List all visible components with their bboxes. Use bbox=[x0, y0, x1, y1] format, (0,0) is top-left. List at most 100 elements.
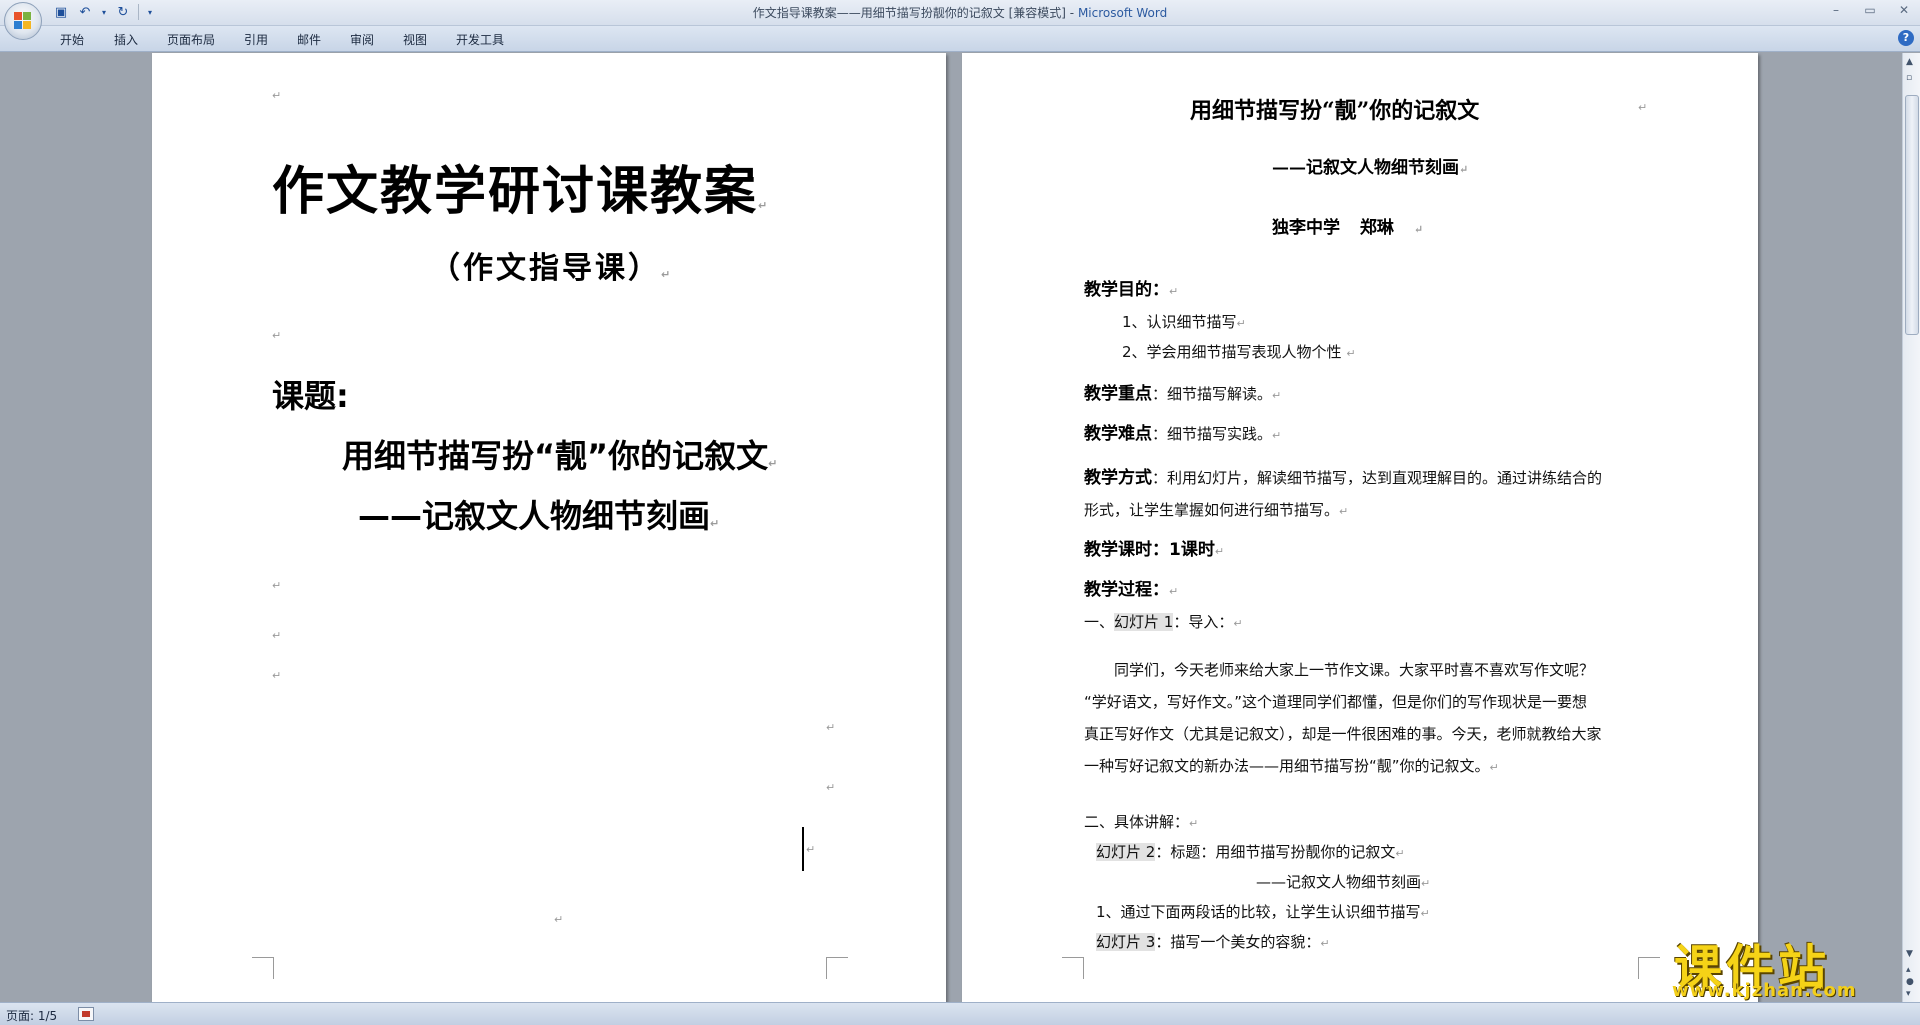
key-point: 教学重点：细节描写解读。↵ bbox=[1084, 379, 1281, 404]
teaching-method: 教学方式：利用幻灯片，解读细节描写，达到直观理解目的。通过讲练结合的 bbox=[1084, 463, 1602, 488]
document-area: ↵ 作文教学研讨课教案↵ （作文指导课）↵ ↵ 课题: 用细节描写扮“靓”你的记… bbox=[0, 53, 1902, 1002]
crop-mark bbox=[826, 957, 848, 979]
lesson-subtitle: ——记叙文人物细节刻画↵ bbox=[1272, 153, 1468, 178]
window-controls: – ▭ ✕ bbox=[1826, 3, 1914, 17]
spell-check-icon[interactable] bbox=[78, 1007, 94, 1021]
tab-mailings[interactable]: 邮件 bbox=[297, 31, 321, 48]
paragraph-mark: ↵ bbox=[1214, 545, 1225, 558]
paragraph-mark: ↵ bbox=[1638, 101, 1648, 114]
cover-subtitle: （作文指导课）↵ bbox=[430, 243, 673, 287]
process-heading: 教学过程：↵ bbox=[1084, 575, 1178, 600]
tab-references[interactable]: 引用 bbox=[244, 31, 268, 48]
intro-line-1: 同学们，今天老师来给大家上一节作文课。大家平时喜不喜欢写作文呢？ bbox=[1114, 661, 1595, 679]
tab-review[interactable]: 审阅 bbox=[350, 31, 374, 48]
paragraph-mark: ↵ bbox=[661, 268, 674, 281]
item-1-text: 1、通过下面两段话的比较，让学生认识细节描写 bbox=[1096, 903, 1421, 921]
goal-colon: ： bbox=[1152, 280, 1169, 300]
paragraph-mark: ↵ bbox=[768, 457, 778, 470]
paragraph-mark: ↵ bbox=[1459, 163, 1469, 176]
title-bar: ▣ ↶ ▾ ↻ ▾ 作文指导课教案——用细节描写扮靓你的记叙文 [兼容模式] -… bbox=[0, 0, 1920, 26]
intro-line-2: “学好语文，写好作文。”这个道理同学们都懂，但是你们的写作现状是一要想 bbox=[1084, 693, 1588, 711]
help-icon[interactable]: ? bbox=[1898, 30, 1914, 46]
paragraph-mark: ↵ bbox=[710, 517, 720, 530]
paragraph-mark: ↵ bbox=[758, 199, 770, 212]
paragraph-mark: ↵ bbox=[554, 913, 564, 926]
cover-subtitle-text: （作文指导课） bbox=[430, 251, 661, 286]
paragraph-mark: ↵ bbox=[1236, 317, 1246, 330]
key-text: ：细节描写解读。 bbox=[1152, 385, 1273, 403]
scrollbar-thumb[interactable] bbox=[1905, 95, 1919, 335]
paragraph-mark: ↵ bbox=[1346, 347, 1356, 360]
lesson-title: 用细节描写扮“靓”你的记叙文 bbox=[1190, 98, 1480, 124]
section-2-text: 二、具体讲解： bbox=[1084, 813, 1190, 831]
goal-item-1-text: 1、认识细节描写 bbox=[1122, 313, 1237, 331]
title-separator: - bbox=[1065, 6, 1078, 20]
tab-insert[interactable]: 插入 bbox=[114, 31, 138, 48]
slide-2-sub-text: ——记叙文人物细节刻画 bbox=[1256, 873, 1422, 891]
watermark-url: www.kjzhan.com bbox=[1672, 980, 1857, 1001]
goal-item-2-text: 2、学会用细节描写表现人物个性 bbox=[1122, 343, 1342, 361]
paragraph-mark: ↵ bbox=[1339, 505, 1349, 518]
method-text-1: ：利用幻灯片，解读细节描写，达到直观理解目的。通过讲练结合的 bbox=[1152, 469, 1603, 487]
close-icon[interactable]: ✕ bbox=[1894, 3, 1914, 17]
difficulty-text: ：细节描写实践。 bbox=[1152, 425, 1273, 443]
document-title: 作文指导课教案——用细节描写扮靓你的记叙文 [兼容模式] bbox=[752, 6, 1066, 20]
cover-title-text: 作文教学研讨课教案 bbox=[272, 162, 759, 222]
minimize-icon[interactable]: – bbox=[1826, 3, 1846, 17]
paragraph-mark: ↵ bbox=[1420, 907, 1430, 920]
crop-mark bbox=[1062, 957, 1084, 979]
slide-2-ref: 幻灯片 2 bbox=[1096, 843, 1156, 861]
intro-line-3: 真正写好作文（尤其是记叙文），却是一件很困难的事。今天，老师就教给大家 bbox=[1084, 725, 1602, 743]
paragraph-mark: ↵ bbox=[806, 843, 816, 856]
text-cursor bbox=[802, 827, 804, 871]
office-button-icon bbox=[14, 12, 32, 30]
page-1: ↵ 作文教学研讨课教案↵ （作文指导课）↵ ↵ 课题: 用细节描写扮“靓”你的记… bbox=[152, 53, 946, 1002]
tab-view[interactable]: 视图 bbox=[403, 31, 427, 48]
slide-3-line: 幻灯片 3：描写一个美女的容貌：↵ bbox=[1096, 931, 1330, 952]
previous-page-icon[interactable]: ▴ bbox=[1906, 965, 1911, 975]
paragraph-mark: ↵ bbox=[1189, 817, 1199, 830]
lesson-subtitle-text: ——记叙文人物细节刻画 bbox=[1272, 158, 1459, 178]
tab-page-layout[interactable]: 页面布局 bbox=[167, 31, 215, 48]
vertical-scrollbar[interactable]: ▲ ▫ ▼ ▴ ● ▾ bbox=[1902, 53, 1920, 1002]
paragraph-mark: ↵ bbox=[826, 721, 836, 734]
next-page-icon[interactable]: ▾ bbox=[1906, 989, 1911, 999]
cover-title: 作文教学研讨课教案↵ bbox=[272, 149, 769, 224]
paragraph-mark: ↵ bbox=[1320, 937, 1330, 950]
section-2: 二、具体讲解：↵ bbox=[1084, 811, 1198, 832]
author-name: 郑琳 bbox=[1359, 218, 1394, 238]
scroll-up-icon[interactable]: ▲ bbox=[1906, 57, 1913, 67]
process-text: 教学过程： bbox=[1084, 580, 1169, 600]
section-1-text: ：导入： bbox=[1173, 613, 1234, 631]
class-hours-text: 教学课时：1课时 bbox=[1084, 540, 1215, 560]
topic-label: 课题: bbox=[272, 377, 349, 415]
ruler-toggle-icon[interactable]: ▫ bbox=[1906, 73, 1912, 83]
author-line: 独李中学 郑琳 ↵ bbox=[1272, 213, 1423, 238]
goal-label: 教学目的 bbox=[1084, 280, 1152, 300]
slide-1-ref: 幻灯片 1 bbox=[1114, 613, 1174, 631]
difficulty-label: 教学难点 bbox=[1084, 424, 1152, 444]
slide-2-sub: ——记叙文人物细节刻画↵ bbox=[1256, 871, 1430, 892]
slide-3-ref: 幻灯片 3 bbox=[1096, 933, 1156, 951]
tab-developer[interactable]: 开发工具 bbox=[456, 31, 504, 48]
paragraph-mark: ↵ bbox=[1395, 847, 1405, 860]
slide-2-text: ：标题：用细节描写扮靓你的记叙文 bbox=[1155, 843, 1396, 861]
goal-heading: 教学目的：↵ bbox=[1084, 275, 1178, 300]
crop-mark bbox=[252, 957, 274, 979]
office-button[interactable] bbox=[4, 2, 42, 40]
topic-line-2-text: ——记叙文人物细节刻画 bbox=[358, 497, 711, 535]
window-title: 作文指导课教案——用细节描写扮靓你的记叙文 [兼容模式] - Microsoft… bbox=[0, 4, 1920, 21]
tab-home[interactable]: 开始 bbox=[60, 31, 84, 48]
paragraph-mark: ↵ bbox=[1272, 389, 1282, 402]
section-1-prefix: 一、 bbox=[1084, 613, 1115, 631]
page-count[interactable]: 页面: 1/5 bbox=[6, 1007, 57, 1024]
topic-line-2: ——记叙文人物细节刻画↵ bbox=[358, 491, 719, 537]
app-name: Microsoft Word bbox=[1077, 6, 1168, 20]
maximize-icon[interactable]: ▭ bbox=[1860, 3, 1880, 17]
paragraph-mark: ↵ bbox=[1169, 285, 1179, 298]
teaching-method-cont: 形式，让学生掌握如何进行细节描写。↵ bbox=[1084, 499, 1348, 520]
browse-object-icon[interactable]: ● bbox=[1906, 977, 1914, 987]
section-1: 一、幻灯片 1：导入：↵ bbox=[1084, 611, 1243, 632]
page-2: 用细节描写扮“靓”你的记叙文 ↵ ——记叙文人物细节刻画↵ 独李中学 郑琳 ↵ … bbox=[962, 53, 1758, 1002]
scroll-down-icon[interactable]: ▼ bbox=[1906, 949, 1913, 959]
